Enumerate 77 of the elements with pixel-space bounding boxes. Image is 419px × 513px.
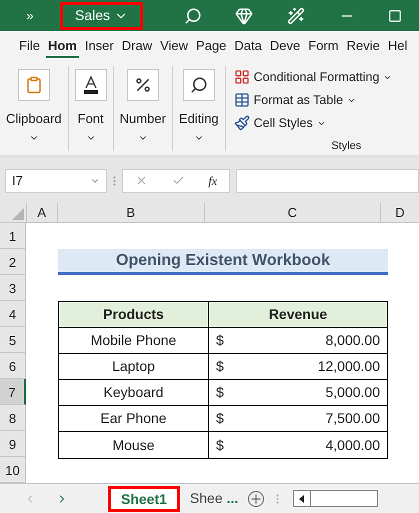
row-header[interactable]: 7 [0,379,26,405]
currency-symbol: $ [216,331,224,350]
sheet-tab[interactable]: Shee [180,486,227,512]
search-icon [190,76,208,94]
grid-icon [234,69,250,86]
table-cell-text: 5,000.00 [326,383,380,402]
row-header[interactable]: 3 [0,275,26,301]
percent-icon [134,76,152,94]
table-cell: Ear Phone [59,406,209,431]
overflow-button[interactable]: » [0,6,60,26]
row-header[interactable]: 5 [0,327,26,353]
table-cell-text: 8,000.00 [326,331,380,350]
ribbon-tab[interactable]: Hom [46,36,79,58]
function-button[interactable]: fx [208,172,218,190]
name-box[interactable]: I7 [5,168,107,192]
formula-field[interactable] [236,168,419,192]
ribbon-tab[interactable]: Inser [82,36,116,58]
ribbon-group-button[interactable] [182,69,215,101]
ribbon-tab[interactable]: File [17,36,42,58]
row-header[interactable]: 1 [0,223,26,249]
table-cell-text: 12,000.00 [318,357,380,376]
paintbrush-icon [234,115,250,132]
currency-symbol: $ [216,436,224,454]
table-icon [234,92,250,108]
file-name-button[interactable]: Sales [60,2,144,30]
ribbon-tab[interactable]: Draw [120,36,154,58]
currency-symbol: $ [216,383,224,402]
style-menu-item[interactable]: Cell Styles [254,114,313,132]
currency-symbol: $ [216,357,224,376]
add-sheet-icon[interactable] [248,490,264,506]
ribbon-tab[interactable]: Form [306,36,341,58]
header-cell: Products [59,302,209,327]
font-color-icon [82,75,100,95]
wand-icon[interactable] [287,6,306,24]
grip-icon [276,494,280,504]
style-menu-item[interactable]: Format as Table [254,90,344,110]
ribbon-tab[interactable]: Deve [268,36,302,58]
maximize-icon[interactable] [388,8,402,22]
row-header[interactable]: 4 [0,301,26,327]
header-cell-text: Revenue [268,305,328,324]
sheet-tab[interactable]: Sheet1 [108,486,180,512]
triangle-icon [12,208,24,220]
ribbon-tab[interactable]: View [158,36,190,58]
row-header[interactable]: 9 [0,431,26,457]
group-label: Styles [331,139,362,154]
title-cell: Opening Existent Workbook [58,249,388,275]
ribbon-group-label[interactable]: Font [78,109,104,128]
ribbon-group-button[interactable] [74,69,107,101]
table-cell-text: 4,000.00 [326,436,380,454]
more-sheets-button[interactable]: ... [226,488,238,509]
table-cell: Mouse [59,432,209,458]
horizontal-scrollbar[interactable] [293,490,378,507]
table-cell: Laptop [59,354,209,379]
ribbon-group-label[interactable]: Editing [178,109,219,128]
ribbon-tab[interactable]: Hel [386,36,410,58]
column-header[interactable]: B [56,203,204,222]
ribbon-tab[interactable]: Page [194,36,228,58]
table-cell-text: 7,500.00 [326,409,380,428]
scroll-left-icon[interactable] [298,494,306,502]
column-header[interactable]: D [380,203,419,222]
diamond-icon[interactable] [235,6,254,24]
currency-symbol: $ [216,409,224,428]
clipboard-icon [24,76,43,94]
table-cell: Mobile Phone [59,328,209,353]
search-icon[interactable] [184,6,202,24]
ribbon-group-label[interactable]: Number [120,109,166,128]
row-header[interactable]: 8 [0,405,26,431]
ribbon-group-label[interactable]: Clipboard [6,109,62,128]
ribbon-group-button[interactable] [126,69,159,101]
row-header[interactable]: 2 [0,249,26,275]
column-header[interactable]: A [26,203,57,222]
grip-icon [113,176,116,186]
table-cell: Keyboard [59,380,209,405]
ribbon-tab[interactable]: Data [232,36,264,58]
style-menu-item[interactable]: Conditional Formatting [254,68,380,87]
ribbon-tab[interactable]: Revie [344,36,382,58]
column-header[interactable]: C [204,203,380,222]
